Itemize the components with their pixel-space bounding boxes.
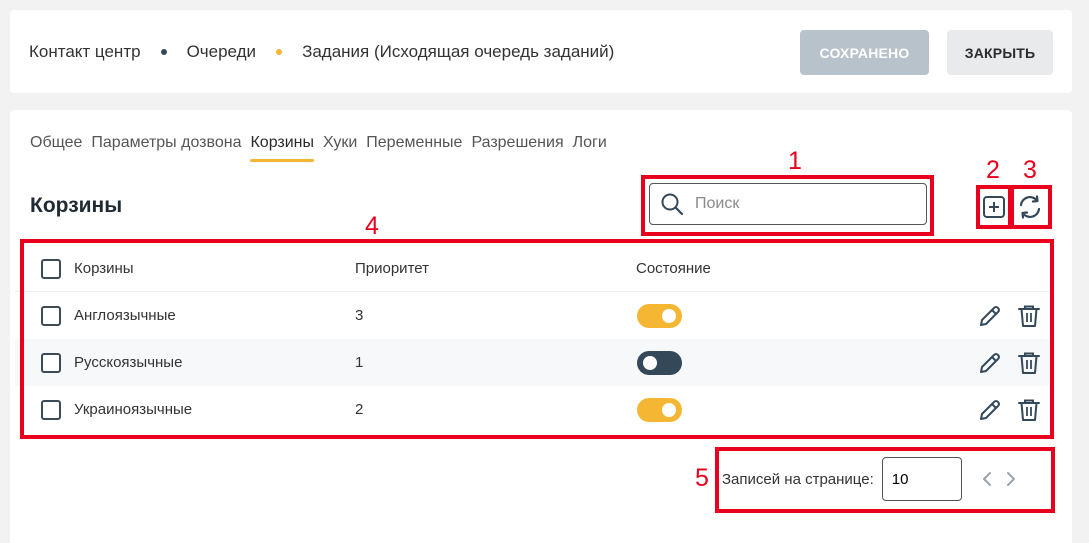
saved-button[interactable]: СОХРАНЕНО: [800, 30, 929, 75]
annotation-label-4: 4: [365, 212, 379, 240]
breadcrumb-current: Задания (Исходящая очередь заданий): [302, 42, 615, 61]
section-title: Корзины: [30, 194, 123, 217]
annotation-label-1: 1: [788, 147, 802, 175]
annotation-label-5: 5: [695, 464, 709, 492]
tab-buckets[interactable]: Корзины: [250, 134, 314, 162]
header-bar: Контакт центр Очереди Задания (Исходящая…: [10, 10, 1072, 93]
breadcrumb-contact-center[interactable]: Контакт центр: [29, 42, 141, 62]
tab-general[interactable]: Общее: [30, 134, 82, 162]
tab-permissions[interactable]: Разрешения: [471, 134, 563, 162]
annotation-label-3: 3: [1023, 156, 1037, 184]
annotation-box-table: [20, 239, 1054, 439]
breadcrumb: Контакт центр Очереди Задания (Исходящая…: [29, 42, 614, 62]
annotation-box-pagination: [715, 447, 1055, 513]
annotation-box-add: [976, 185, 1012, 229]
tab-variables[interactable]: Переменные: [366, 134, 462, 162]
breadcrumb-separator: [160, 49, 167, 55]
tab-hooks[interactable]: Хуки: [323, 134, 357, 162]
annotation-box-search: [641, 175, 934, 236]
annotation-label-2: 2: [986, 156, 1000, 184]
tab-bar: Общее Параметры дозвона Корзины Хуки Пер…: [30, 134, 616, 162]
close-button[interactable]: ЗАКРЫТЬ: [947, 30, 1053, 75]
annotation-box-refresh: [1010, 185, 1052, 229]
breadcrumb-separator: [276, 49, 283, 55]
breadcrumb-queues[interactable]: Очереди: [187, 42, 257, 62]
tab-dial-params[interactable]: Параметры дозвона: [91, 134, 241, 162]
tab-logs[interactable]: Логи: [573, 134, 607, 162]
